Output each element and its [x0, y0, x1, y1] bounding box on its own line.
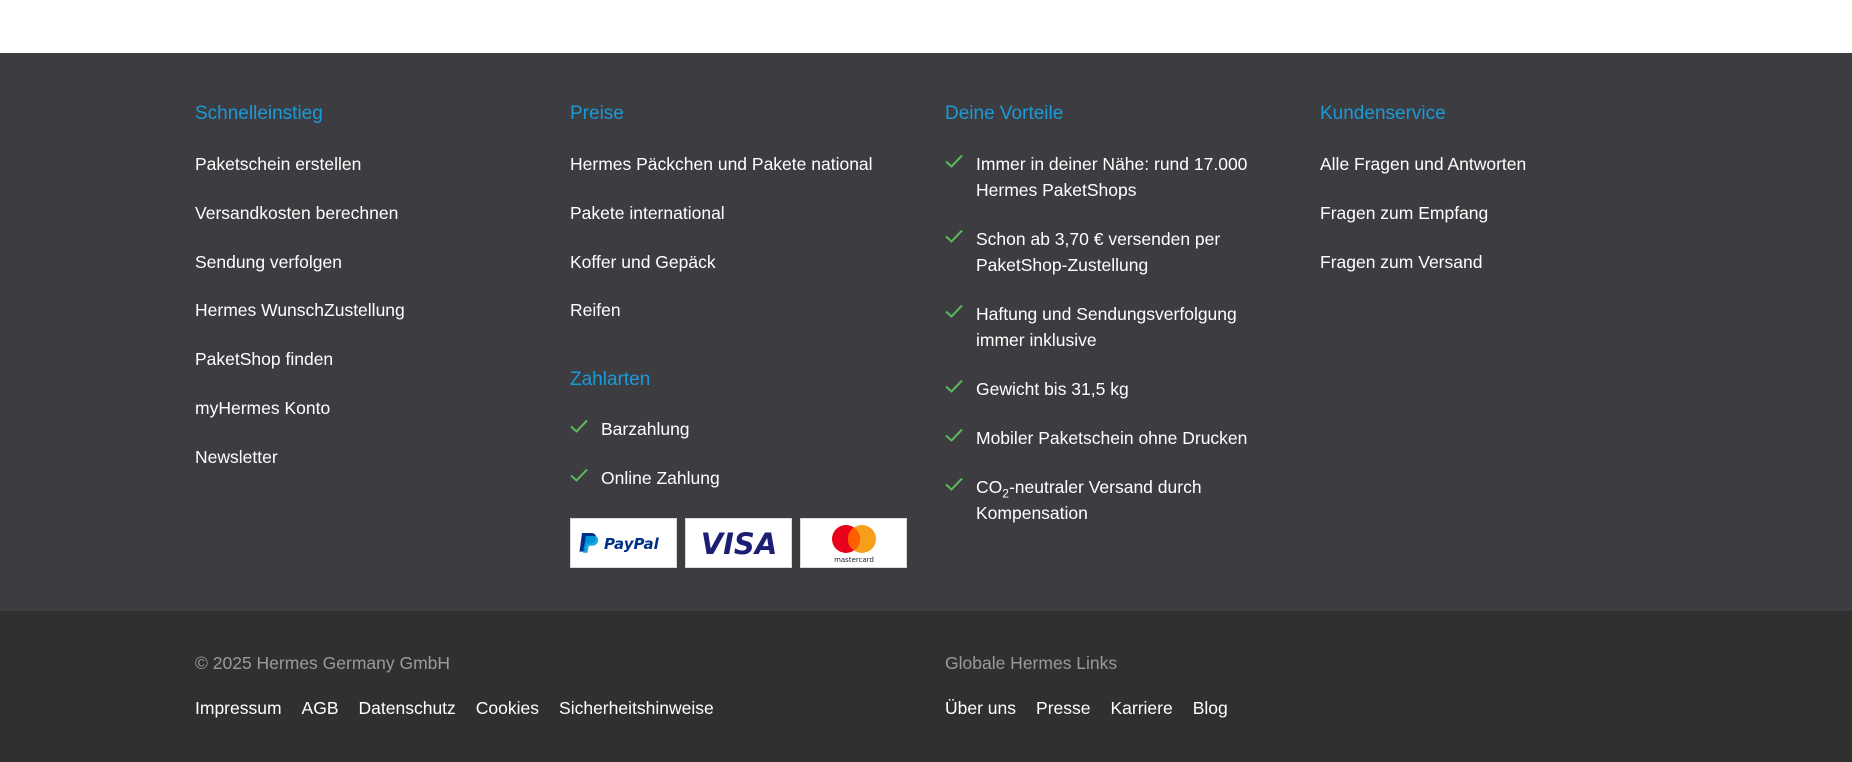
customer-service-heading: Kundenservice [1320, 103, 1446, 124]
link-sicherheitshinweise[interactable]: Sicherheitshinweise [559, 697, 714, 719]
link-presse[interactable]: Presse [1036, 697, 1090, 719]
visa-logo-icon: VISA [700, 527, 777, 559]
global-links-title: Globale Hermes Links [945, 653, 1118, 673]
link-fragen-versand[interactable]: Fragen zum Versand [1320, 251, 1482, 273]
benefit-text: Schon ab 3,70 € versenden per PaketShop-… [976, 229, 1221, 275]
svg-text:VISA: VISA [700, 527, 777, 559]
benefit-text: Gewicht bis 31,5 kg [976, 379, 1129, 399]
link-paeckchen-pakete-national[interactable]: Hermes Päckchen und Pakete national [570, 153, 873, 175]
check-icon [945, 304, 963, 318]
check-icon [570, 419, 588, 433]
check-icon [945, 428, 963, 442]
check-icon [570, 468, 588, 482]
link-myhermes-konto[interactable]: myHermes Konto [195, 397, 330, 419]
link-fragen-empfang[interactable]: Fragen zum Empfang [1320, 202, 1488, 224]
link-agb[interactable]: AGB [302, 697, 339, 719]
link-versandkosten-berechnen[interactable]: Versandkosten berechnen [195, 202, 398, 224]
global-links: Über uns Presse Karriere Blog [945, 697, 1228, 719]
link-datenschutz[interactable]: Datenschutz [359, 697, 456, 719]
link-paketshop-finden[interactable]: PaketShop finden [195, 348, 333, 370]
mastercard-logo-icon: mastercard [831, 525, 876, 564]
visa-logo: VISA [685, 518, 792, 568]
link-koffer-gepaeck[interactable]: Koffer und Gepäck [570, 251, 716, 273]
check-icon [945, 154, 963, 168]
link-impressum[interactable]: Impressum [195, 697, 282, 719]
footer-main: Schnelleinstieg Paketschein erstellen Ve… [0, 53, 1852, 611]
link-cookies[interactable]: Cookies [476, 697, 539, 719]
link-newsletter[interactable]: Newsletter [195, 446, 278, 468]
link-sendung-verfolgen[interactable]: Sendung verfolgen [195, 251, 342, 273]
mastercard-logo: mastercard [800, 518, 907, 568]
check-icon [945, 477, 963, 491]
payment-item-label: Barzahlung [601, 419, 690, 439]
page-top-area [0, 0, 1852, 53]
link-paketschein-erstellen[interactable]: Paketschein erstellen [195, 153, 361, 175]
payment-heading: Zahlarten [570, 369, 651, 390]
link-blog[interactable]: Blog [1193, 697, 1228, 719]
link-alle-fragen[interactable]: Alle Fragen und Antworten [1320, 153, 1526, 175]
paypal-logo-icon: PayPal [579, 533, 660, 553]
check-icon [945, 379, 963, 393]
legal-links: Impressum AGB Datenschutz Cookies Sicher… [195, 697, 714, 719]
payment-item-label: Online Zahlung [601, 468, 720, 488]
svg-text:mastercard: mastercard [834, 556, 874, 564]
prices-heading: Preise [570, 103, 624, 124]
svg-text:PayPal: PayPal [604, 535, 660, 553]
footer-bottom: © 2025 Hermes Germany GmbH Impressum AGB… [0, 611, 1852, 762]
copyright: © 2025 Hermes Germany GmbH [195, 653, 451, 673]
link-pakete-international[interactable]: Pakete international [570, 202, 725, 224]
link-wunschzustellung[interactable]: Hermes WunschZustellung [195, 299, 405, 321]
benefits-heading: Deine Vorteile [945, 103, 1064, 124]
benefit-text: Mobiler Paketschein ohne Drucken [976, 428, 1248, 448]
quick-links-heading: Schnelleinstieg [195, 103, 323, 124]
paypal-logo: PayPal [570, 518, 677, 568]
link-reifen[interactable]: Reifen [570, 299, 621, 321]
link-karriere[interactable]: Karriere [1110, 697, 1172, 719]
benefit-text: Haftung und Sendungsverfolgung immer ink… [976, 304, 1237, 350]
benefit-text: CO2-neutraler Versand durch Kompensation [976, 477, 1202, 523]
benefit-text: Immer in deiner Nähe: rund 17.000 Hermes… [976, 154, 1248, 200]
link-ueber-uns[interactable]: Über uns [945, 697, 1016, 719]
check-icon [945, 229, 963, 243]
